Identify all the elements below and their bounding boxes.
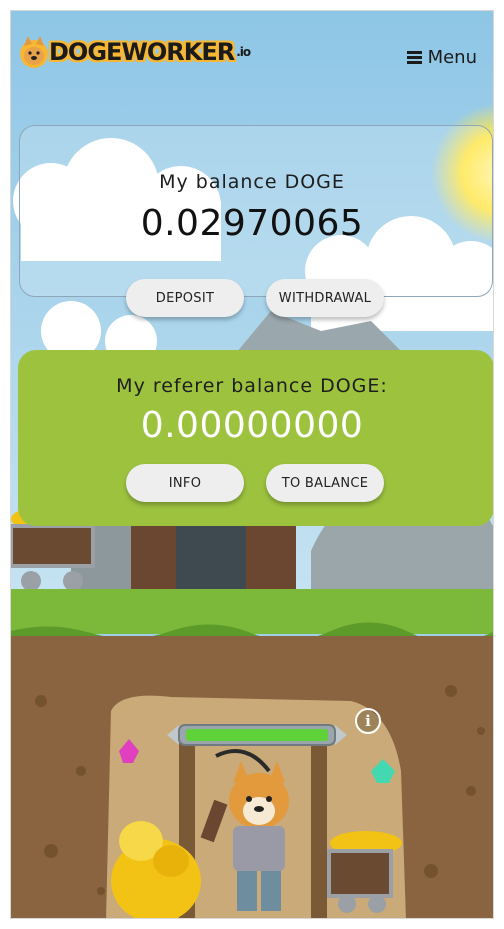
- menu-button[interactable]: Menu: [406, 47, 477, 68]
- logo-suffix: .io: [236, 45, 251, 59]
- hamburger-icon: [406, 51, 422, 64]
- logo-text: DOGEWORKER: [49, 38, 235, 66]
- doge-logo-icon: [20, 36, 48, 68]
- withdrawal-button[interactable]: WITHDRAWAL: [266, 279, 384, 317]
- menu-label: Menu: [427, 47, 477, 68]
- to-balance-button[interactable]: TO BALANCE: [266, 464, 384, 502]
- balance-title: My balance DOGE: [159, 171, 345, 193]
- work-progress-bar: [167, 724, 347, 746]
- balance-value: 0.02970065: [140, 203, 364, 244]
- logo[interactable]: DOGEWORKER .io: [19, 23, 251, 81]
- deposit-button[interactable]: DEPOSIT: [126, 279, 244, 317]
- info-icon[interactable]: i: [355, 708, 381, 734]
- info-button[interactable]: INFO: [126, 464, 244, 502]
- work-progress-fill: [186, 729, 328, 741]
- referer-value: 0.00000000: [140, 405, 364, 446]
- app-frame: DOGEWORKER .io Menu My balance DOGE 0.02…: [10, 10, 494, 919]
- referer-title: My referer balance DOGE:: [116, 375, 388, 397]
